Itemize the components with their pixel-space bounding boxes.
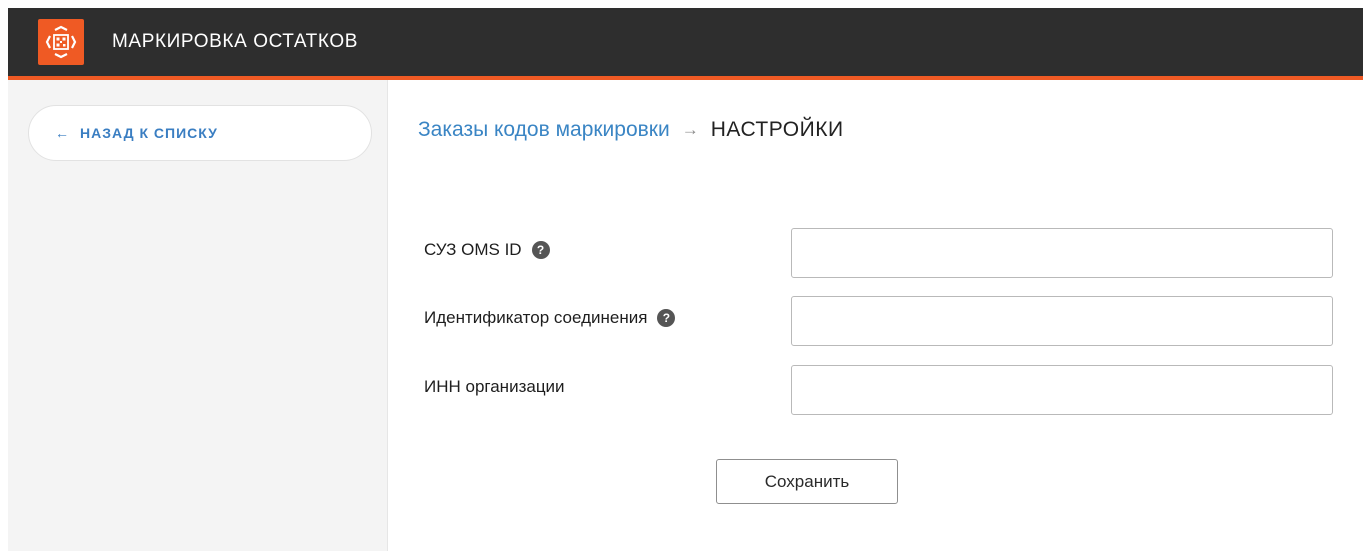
- page-title: НАСТРОЙКИ: [710, 118, 844, 141]
- app-title: МАРКИРОВКА ОСТАТКОВ: [112, 31, 358, 52]
- connection-id-label-text: Идентификатор соединения: [424, 308, 648, 327]
- back-to-list-label: НАЗАД К СПИСКУ: [80, 125, 218, 141]
- back-to-list-button[interactable]: ← НАЗАД К СПИСКУ: [28, 105, 372, 161]
- help-icon[interactable]: ?: [531, 241, 550, 259]
- arrow-left-icon: ←: [55, 125, 70, 141]
- connection-id-input[interactable]: [791, 296, 1333, 346]
- inn-label-text: ИНН организации: [424, 377, 565, 396]
- form-row-connection-id: Идентификатор соединения ?: [388, 296, 1363, 348]
- breadcrumb-arrow-icon: →: [681, 120, 699, 139]
- inn-input[interactable]: [791, 365, 1333, 415]
- oms-id-label-text: СУЗ OMS ID: [424, 240, 522, 259]
- save-button[interactable]: Сохранить: [716, 459, 898, 504]
- app-window: МАРКИРОВКА ОСТАТКОВ ← НАЗАД К СПИСКУ Зак…: [0, 0, 1363, 551]
- barcode-scan-icon[interactable]: [38, 19, 84, 65]
- form-row-inn: ИНН организации: [388, 365, 1363, 417]
- breadcrumb: Заказы кодов маркировки → НАСТРОЙКИ: [418, 118, 844, 142]
- connection-id-label: Идентификатор соединения ?: [424, 308, 676, 328]
- help-icon[interactable]: ?: [657, 309, 676, 327]
- oms-id-label: СУЗ OMS ID ?: [424, 240, 550, 260]
- oms-id-input[interactable]: [791, 228, 1333, 278]
- breadcrumb-link-orders[interactable]: Заказы кодов маркировки: [418, 118, 670, 142]
- form-row-oms-id: СУЗ OMS ID ?: [388, 228, 1363, 280]
- sidebar: ← НАЗАД К СПИСКУ: [8, 80, 388, 551]
- top-bar: МАРКИРОВКА ОСТАТКОВ: [8, 8, 1363, 76]
- inn-label: ИНН организации: [424, 377, 565, 397]
- main-content: Заказы кодов маркировки → НАСТРОЙКИ СУЗ …: [388, 80, 1363, 551]
